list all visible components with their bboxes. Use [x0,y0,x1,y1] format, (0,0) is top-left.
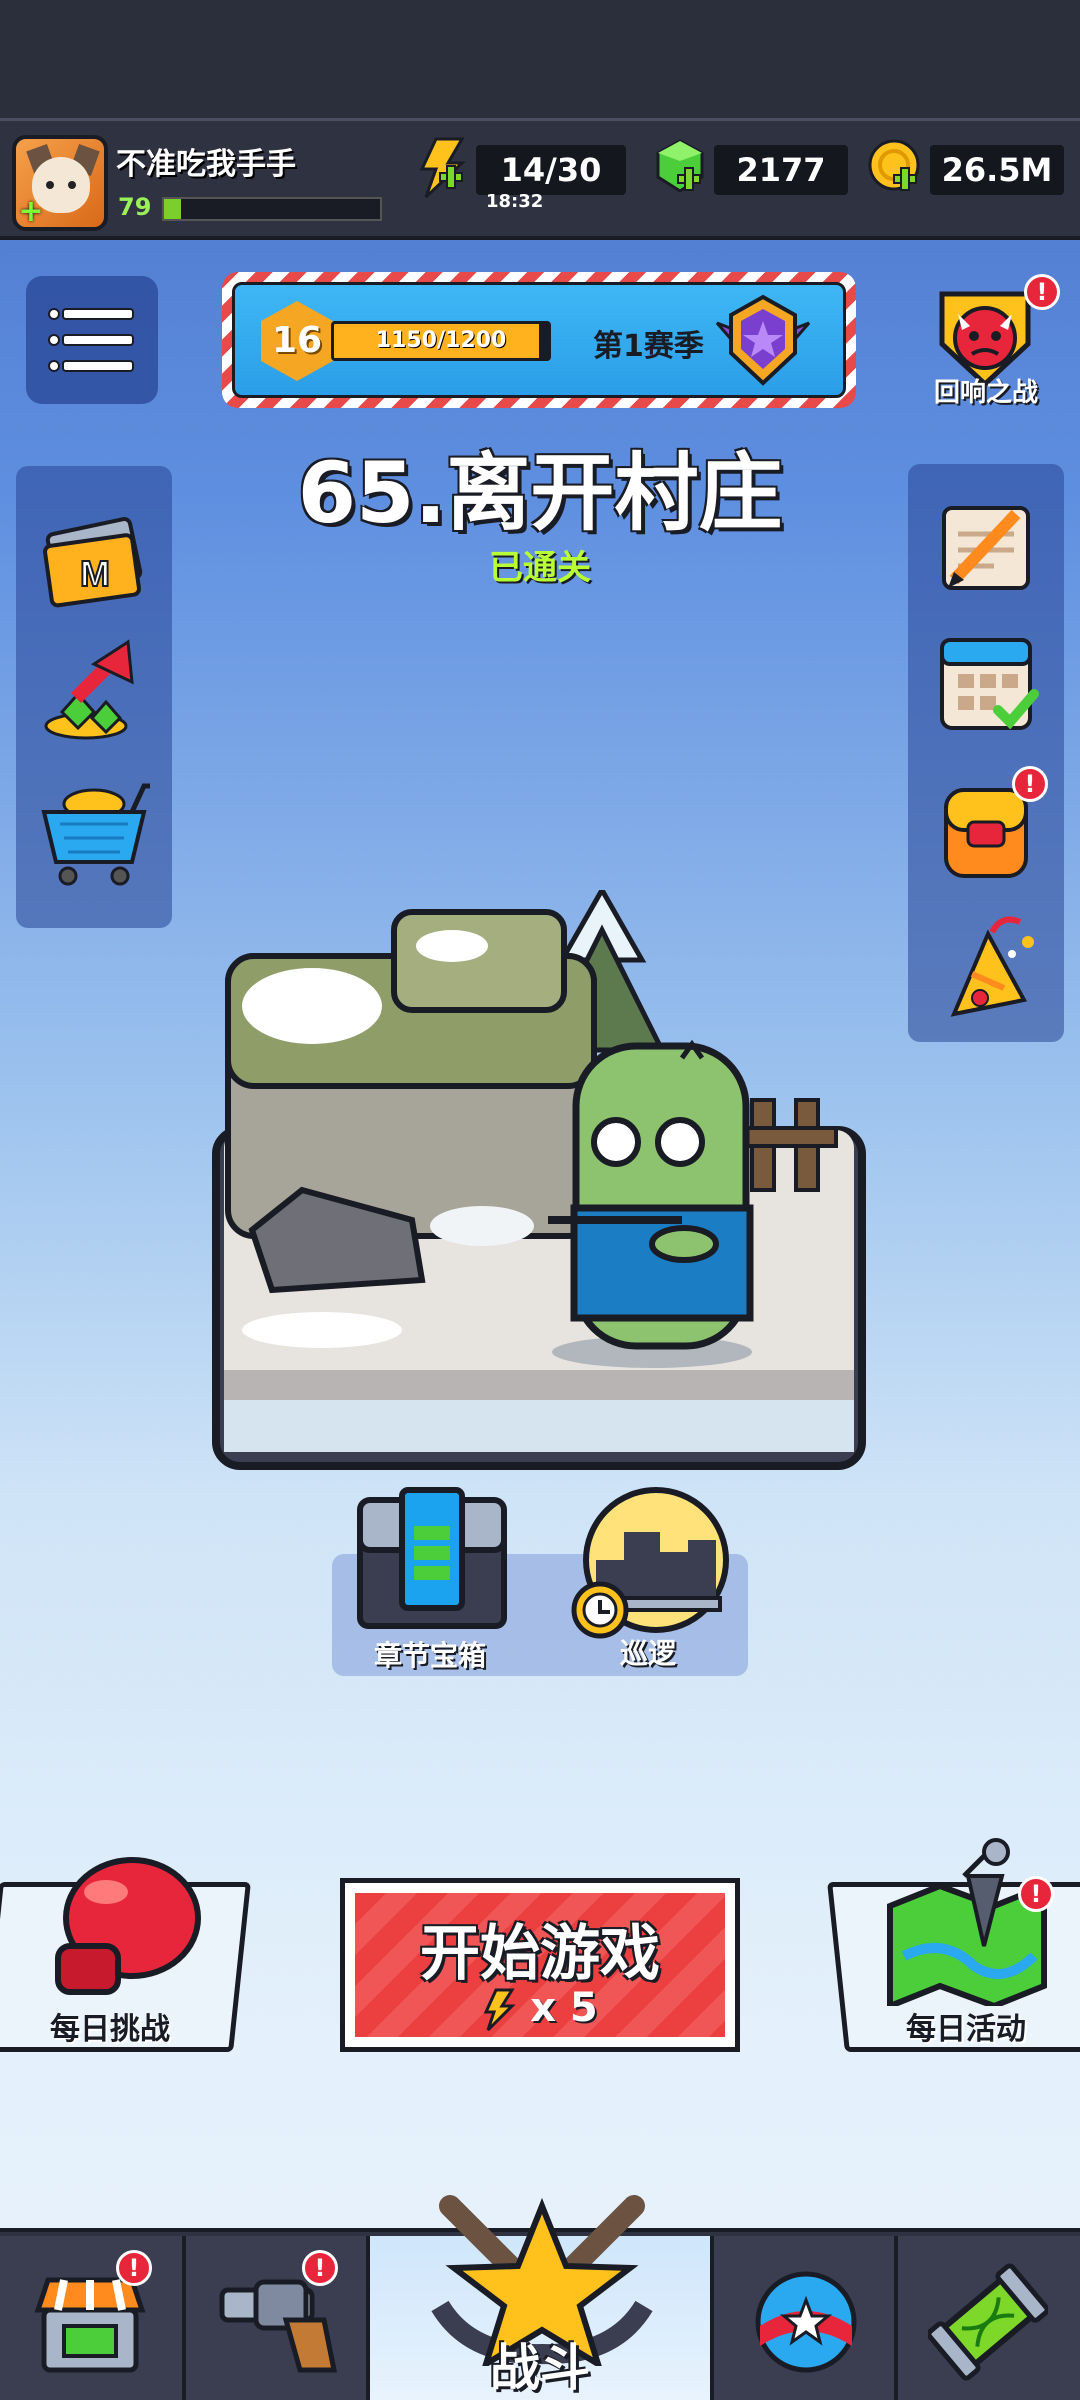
energy-timer: 18:32 [486,191,544,212]
treasure-map-icon [887,1838,1047,2006]
party-popper-icon[interactable] [924,904,1048,1028]
season-progress-bar: 1150/1200 [331,321,551,361]
star-orb-icon [755,2271,857,2373]
shop-stall-icon [34,2277,146,2373]
backpack-alert-icon: ! [1012,766,1048,802]
quest-scroll-icon[interactable] [924,484,1048,608]
tab-battle-label: 战斗 [490,2339,590,2397]
bottom-nav: ! ! 战斗 [0,2195,1080,2400]
tab-weapons[interactable]: ! [186,2236,370,2400]
player-avatar[interactable]: + [12,135,108,231]
tab-skills[interactable] [714,2236,898,2400]
dna-capsule-icon [928,2263,1048,2381]
echo-battle-alert-icon: ! [1024,274,1060,310]
player-name: 不准吃我手手 [116,147,296,182]
season-level-badge: 16 [261,301,333,381]
menu-button[interactable] [26,276,158,404]
status-bar [0,0,1080,118]
stage-scene-illustration [212,890,866,1470]
weapons-alert-icon: ! [302,2250,338,2286]
season-progress-text: 1150/1200 [375,328,507,353]
start-game-cost: x 5 [355,1985,725,2032]
top-resource-bar: + 不准吃我手手 79 14/30 18:32 2177 26.5M [0,118,1080,240]
daily-challenge-label: 每日挑战 [50,2012,170,2047]
daily-activity-label: 每日活动 [906,2012,1026,2047]
energy-counter: 14/30 [476,145,626,195]
growth-fund-icon[interactable] [32,628,156,752]
avatar-plus-icon: + [18,194,44,229]
shop-alert-icon: ! [116,2250,152,2286]
coin-counter: 26.5M [930,145,1064,195]
patrol-label: 巡逻 [619,1637,676,1670]
echo-battle-label: 回响之战 [933,378,1038,408]
start-game-button[interactable]: 开始游戏 x 5 [340,1878,740,2052]
gem-counter: 2177 [714,145,848,195]
player-xp-bar [162,197,382,221]
right-feature-panel: ! [908,464,1064,1042]
coupon-icon[interactable]: M [32,496,156,620]
player-level: 79 [118,193,152,221]
tab-battle[interactable]: 战斗 [370,2195,714,2400]
season-emblem-icon [715,294,811,386]
tab-shop[interactable]: ! [0,2236,186,2400]
calendar-checkin-icon[interactable] [924,618,1048,742]
chapter-chest-label: 章节宝箱 [373,1639,486,1672]
shop-cart-icon[interactable] [32,766,156,890]
svg-text:M: M [80,553,110,594]
daily-activity-alert-icon: ! [1018,1876,1054,1912]
energy-icon[interactable] [412,137,472,199]
energy-cost-icon [483,1988,516,2032]
gem-icon[interactable] [650,137,710,199]
patrol-icon[interactable] [568,1480,738,1640]
start-game-cost-value: x 5 [530,1985,598,2031]
start-game-label: 开始游戏 [420,1919,660,1989]
left-feature-panel: M [16,466,172,928]
chapter-chest-icon[interactable] [354,1486,510,1632]
coin-icon[interactable] [866,137,926,199]
boxing-glove-icon [55,1857,201,1995]
tab-genes[interactable] [898,2236,1080,2400]
season-pass-banner[interactable]: 16 1150/1200 第1赛季 [222,272,856,408]
season-label: 第1赛季 [593,329,704,364]
